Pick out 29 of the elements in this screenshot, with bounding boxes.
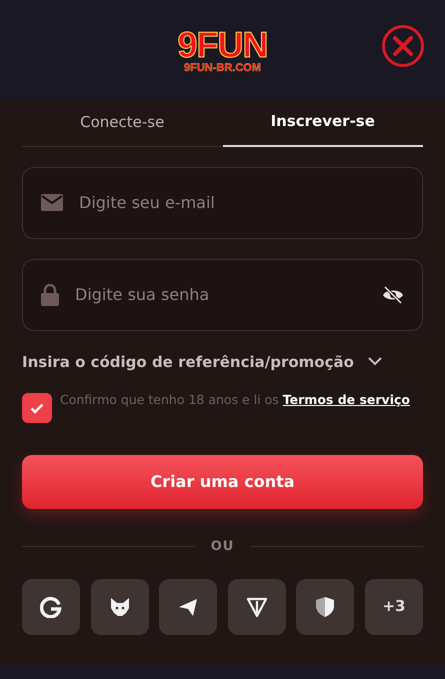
terms-text: Confirmo que tenho 18 anos e li os Termos de serviço [60, 391, 410, 409]
eye-slash-icon[interactable] [382, 286, 404, 304]
social-login-button[interactable] [159, 578, 218, 634]
shield-icon [314, 596, 336, 618]
social-login-button[interactable] [228, 578, 286, 634]
logo-subtitle: 9FUN-BR.COM [184, 62, 261, 74]
input-field[interactable]: Digite seu e-mail [77, 190, 404, 216]
social-login-button[interactable] [22, 578, 80, 634]
social-login-button[interactable] [296, 578, 354, 634]
terms-link[interactable]: Termos de serviço [282, 392, 410, 407]
more-button[interactable]: +3 [364, 578, 423, 634]
fox-icon [108, 596, 131, 618]
check-icon [30, 402, 44, 414]
envelope-icon [41, 194, 63, 211]
logo: 9FUN [177, 26, 268, 62]
tab[interactable]: Inscrever-se [222, 104, 423, 146]
password-field[interactable]: Digite sua senha [22, 258, 423, 330]
social-login-button[interactable] [90, 578, 149, 634]
tab[interactable]: Conecte-se [22, 104, 222, 146]
email-field[interactable]: Digite seu e-mail [22, 166, 423, 238]
input-field[interactable]: Digite sua senha [73, 282, 368, 308]
ton-icon [246, 596, 268, 618]
checkbox[interactable] [22, 393, 52, 423]
create-account-button[interactable]: Criar uma conta [22, 455, 423, 509]
referral-toggle[interactable]: Insira o código de referência/promoção [22, 350, 382, 373]
lock-icon [41, 284, 59, 306]
close-button[interactable] [381, 24, 425, 68]
g-icon [40, 596, 62, 618]
divider-label: OU [210, 538, 234, 556]
